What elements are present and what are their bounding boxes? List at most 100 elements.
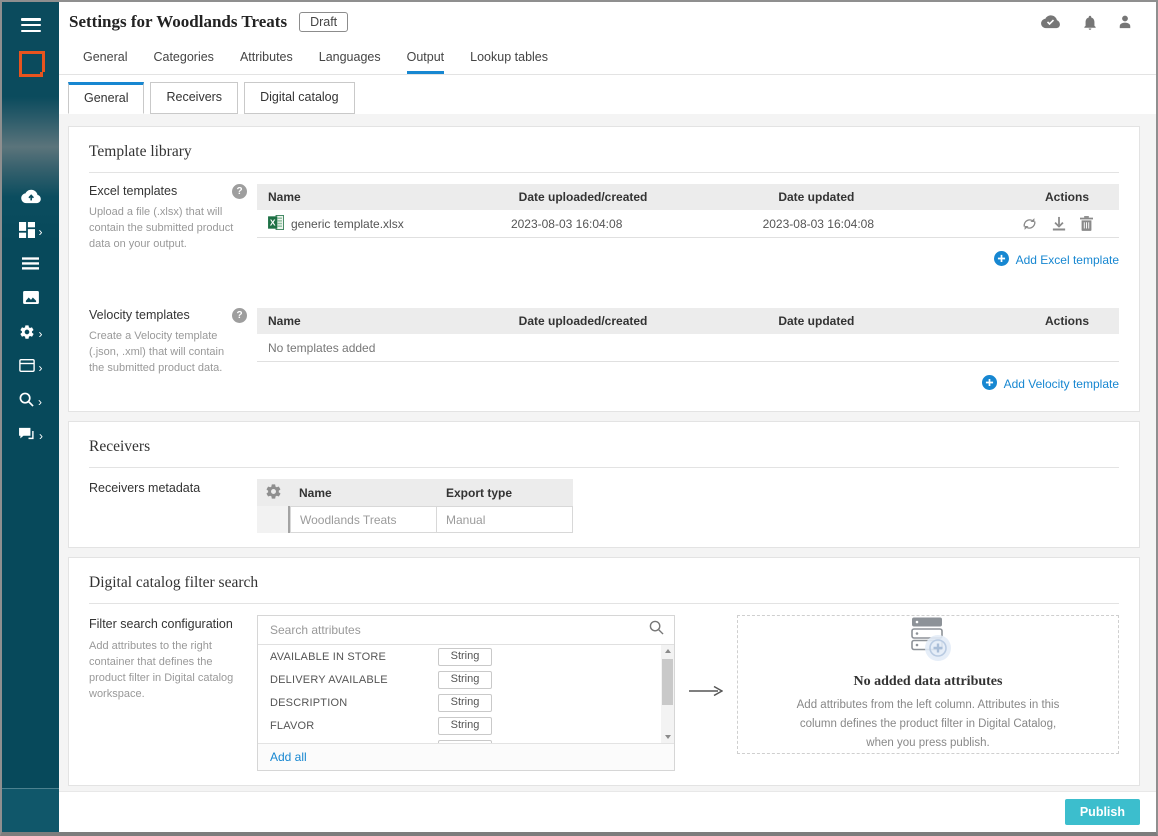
column-header: Export type — [437, 486, 573, 500]
sidebar-item-apps[interactable]: › — [2, 215, 59, 249]
media-image-icon — [23, 291, 39, 309]
sidebar-footer — [2, 788, 59, 832]
list-item[interactable]: AVAILABLE IN STORE String — [258, 645, 674, 668]
svg-text:X: X — [270, 217, 276, 227]
user-icon[interactable] — [1118, 14, 1132, 30]
velocity-templates-section: Velocity templates ? Create a Velocity t… — [89, 308, 1119, 397]
panel-digital-catalog-filter: Digital catalog filter search Filter sea… — [68, 557, 1140, 786]
list-item[interactable]: DESCRIPTION String — [258, 691, 674, 714]
subtab-receivers[interactable]: Receivers — [150, 82, 238, 114]
replace-icon[interactable] — [1021, 216, 1038, 231]
column-header: Name — [257, 314, 519, 328]
sidebar-item-search[interactable]: › — [2, 385, 59, 419]
page-footer: Publish — [59, 791, 1156, 832]
attribute-type-badge: String — [438, 671, 492, 689]
app-logo[interactable] — [19, 51, 45, 77]
column-header: Date uploaded/created — [519, 314, 779, 328]
filter-search-labels: Filter search configuration Add attribut… — [89, 615, 257, 771]
section-heading: Template library — [89, 143, 1119, 173]
section-heading: Receivers — [89, 438, 1119, 468]
add-excel-template-button[interactable]: Add Excel template — [994, 251, 1119, 269]
chevron-right-icon: › — [39, 431, 43, 441]
subtab-general[interactable]: General — [68, 82, 144, 114]
sidebar-item-settings[interactable]: › — [2, 317, 59, 351]
trash-icon[interactable] — [1080, 216, 1093, 231]
field-label: Velocity templates — [89, 308, 190, 322]
scroll-down-arrow[interactable] — [661, 731, 674, 743]
sidebar-nav: › › › — [2, 181, 59, 453]
add-all-link[interactable]: Add all — [270, 750, 307, 764]
main-area: Settings for Woodlands Treats Draft Gene… — [59, 2, 1156, 832]
column-header: Actions — [1045, 190, 1119, 204]
column-header: Date updated — [778, 314, 1045, 328]
list-item[interactable]: FLAVOR String — [258, 714, 674, 737]
attribute-name: FLAVOR — [270, 720, 438, 732]
menu-icon[interactable] — [21, 18, 41, 33]
date-uploaded: 2023-08-03 16:04:08 — [511, 217, 763, 231]
header-icons — [1039, 14, 1132, 31]
help-icon[interactable]: ? — [232, 184, 247, 199]
help-icon[interactable]: ? — [232, 308, 247, 323]
section-heading: Digital catalog filter search — [89, 574, 1119, 604]
velocity-templates-table: Name Date uploaded/created Date updated … — [257, 308, 1119, 397]
table-header: Name Date uploaded/created Date updated … — [257, 308, 1119, 334]
tab-attributes[interactable]: Attributes — [227, 40, 306, 74]
tab-categories[interactable]: Categories — [140, 40, 226, 74]
panel-icon — [19, 359, 35, 377]
scroll-up-arrow[interactable] — [661, 645, 674, 657]
table-header: Name Export type — [257, 479, 573, 506]
transfer-arrow-column — [675, 615, 737, 771]
chevron-right-icon: › — [39, 363, 43, 373]
attribute-name: DESCRIPTION — [270, 697, 438, 709]
app-window: › › › — [2, 2, 1156, 832]
tab-lookup-tables[interactable]: Lookup tables — [457, 40, 561, 74]
cloud-check-icon[interactable] — [1039, 14, 1062, 30]
receivers-table: Name Export type Woodlands Treats Manual — [257, 479, 573, 533]
attribute-list-footer: Add all — [258, 743, 674, 770]
sidebar-item-upload[interactable] — [2, 181, 59, 215]
sidebar-item-list[interactable] — [2, 249, 59, 283]
page-header: Settings for Woodlands Treats Draft — [59, 2, 1156, 40]
download-icon[interactable] — [1052, 216, 1066, 231]
tab-general[interactable]: General — [70, 40, 140, 74]
add-velocity-template-button[interactable]: Add Velocity template — [982, 375, 1119, 393]
subtab-digital-catalog[interactable]: Digital catalog — [244, 82, 355, 114]
attribute-name: AVAILABLE IN STORE — [270, 651, 438, 663]
sidebar-item-media[interactable] — [2, 283, 59, 317]
row-handle — [257, 506, 290, 533]
apps-grid-icon — [19, 222, 35, 243]
status-badge: Draft — [299, 12, 348, 32]
publish-button[interactable]: Publish — [1065, 799, 1140, 825]
column-header: Date uploaded/created — [519, 190, 779, 204]
list-icon — [22, 257, 39, 275]
empty-text: No templates added — [257, 341, 375, 355]
excel-templates-labels: Excel templates ? Upload a file (.xlsx) … — [89, 184, 257, 273]
sidebar-item-panel[interactable]: › — [2, 351, 59, 385]
list-item-partial[interactable] — [258, 737, 674, 743]
search-input[interactable] — [268, 622, 641, 638]
attribute-name: DELIVERY AVAILABLE — [270, 674, 438, 686]
plus-circle-icon — [982, 375, 997, 393]
velocity-templates-labels: Velocity templates ? Create a Velocity t… — [89, 308, 257, 397]
filter-search-section: Filter search configuration Add attribut… — [89, 615, 1119, 771]
tab-output[interactable]: Output — [394, 40, 458, 74]
column-header: Date updated — [778, 190, 1045, 204]
attribute-picker: AVAILABLE IN STORE String DELIVERY AVAIL… — [257, 615, 675, 771]
column-header: Name — [290, 486, 437, 500]
receiver-name-cell: Woodlands Treats — [290, 506, 437, 533]
excel-templates-section: Excel templates ? Upload a file (.xlsx) … — [89, 184, 1119, 273]
scrollbar-thumb[interactable] — [662, 659, 673, 705]
list-item[interactable]: DELIVERY AVAILABLE String — [258, 668, 674, 691]
chat-icon — [18, 427, 35, 446]
empty-state-title: No added data attributes — [854, 674, 1003, 690]
tab-languages[interactable]: Languages — [306, 40, 394, 74]
sidebar-item-chat[interactable]: › — [2, 419, 59, 453]
added-attributes-empty-state: No added data attributes Add attributes … — [737, 615, 1119, 754]
receiver-export-type-cell: Manual — [437, 506, 573, 533]
bell-icon[interactable] — [1083, 14, 1097, 31]
field-description: Create a Velocity template (.json, .xml)… — [89, 329, 237, 377]
chevron-right-icon: › — [39, 329, 43, 339]
field-label: Excel templates — [89, 184, 177, 198]
chevron-right-icon: › — [39, 227, 43, 237]
gear-icon[interactable] — [265, 483, 282, 503]
